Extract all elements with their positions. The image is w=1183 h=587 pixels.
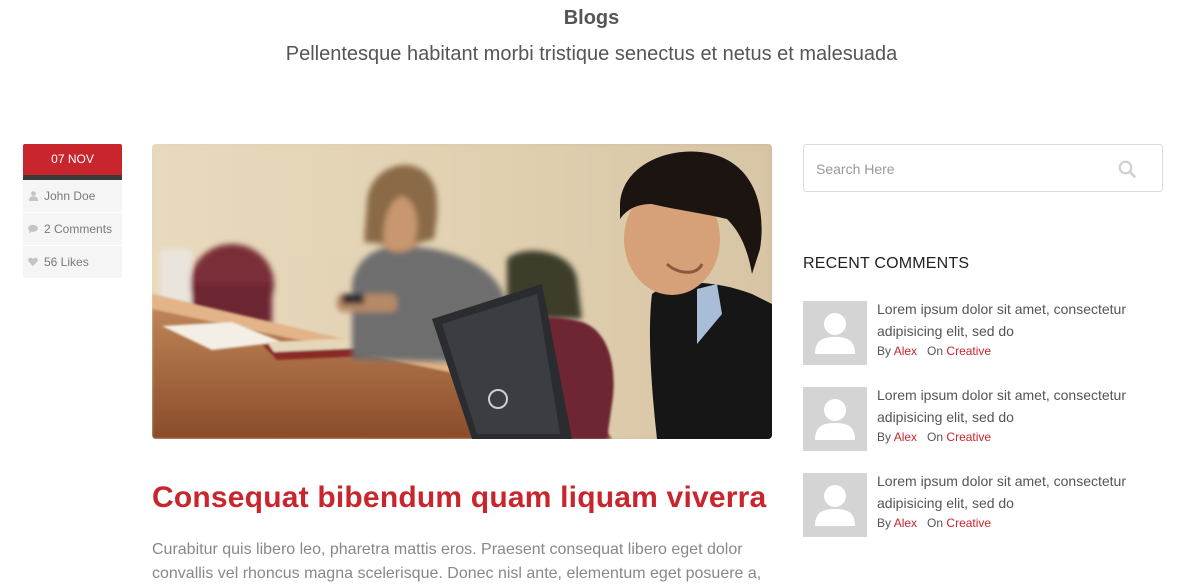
recent-comment-item: Lorem ipsum dolor sit amet, consectetur … <box>803 387 1163 451</box>
post-likes-label: 56 Likes <box>44 255 89 269</box>
post-author[interactable]: John Doe <box>23 180 122 213</box>
search-input[interactable] <box>804 145 1118 193</box>
avatar-placeholder-icon[interactable] <box>803 473 867 537</box>
meeting-photo <box>152 144 772 439</box>
post-meta: 07 NOV John Doe 2 Comments 56 Likes <box>23 144 122 279</box>
post-likes[interactable]: 56 Likes <box>23 246 122 279</box>
recent-comment-item: Lorem ipsum dolor sit amet, consectetur … <box>803 301 1163 365</box>
recent-comments-heading: RECENT COMMENTS <box>803 255 970 272</box>
comment-author-link[interactable]: Alex <box>894 430 917 444</box>
comment-icon <box>28 224 38 234</box>
by-label: By <box>877 430 892 444</box>
post-author-label: John Doe <box>44 189 96 203</box>
blog-page: Blogs Pellentesque habitant morbi tristi… <box>0 0 1183 587</box>
comment-text: Lorem ipsum dolor sit amet, consectetur … <box>877 473 1126 511</box>
page-subtitle: Pellentesque habitant morbi tristique se… <box>285 43 898 65</box>
heart-icon <box>28 257 38 267</box>
comment-text: Lorem ipsum dolor sit amet, consectetur … <box>877 387 1126 425</box>
page-title: Blogs <box>563 7 620 29</box>
search-box <box>803 144 1163 193</box>
by-label: By <box>877 344 892 358</box>
comment-author-link[interactable]: Alex <box>894 516 917 530</box>
on-label: On <box>927 430 944 444</box>
comment-category-link[interactable]: Creative <box>946 344 991 358</box>
comment-byline: By Alex On Creative <box>877 344 991 358</box>
recent-comment-item: Lorem ipsum dolor sit amet, consectetur … <box>803 473 1163 537</box>
comment-category-link[interactable]: Creative <box>946 430 991 444</box>
by-label: By <box>877 516 892 530</box>
on-label: On <box>927 516 944 530</box>
user-icon <box>28 191 38 201</box>
search-icon[interactable] <box>1116 158 1138 180</box>
post-featured-image[interactable] <box>152 144 772 439</box>
post-comments-label: 2 Comments <box>44 222 113 236</box>
comment-category-link[interactable]: Creative <box>946 516 991 530</box>
post-title[interactable]: Consequat bibendum quam liquam viverra <box>152 481 792 515</box>
post-date-badge: 07 NOV <box>23 144 122 175</box>
avatar-placeholder-icon[interactable] <box>803 301 867 365</box>
post-excerpt: Curabitur quis libero leo, pharetra matt… <box>152 541 762 582</box>
on-label: On <box>927 344 944 358</box>
comment-byline: By Alex On Creative <box>877 516 991 530</box>
post-comments[interactable]: 2 Comments <box>23 213 122 246</box>
comment-text: Lorem ipsum dolor sit amet, consectetur … <box>877 301 1126 339</box>
comment-author-link[interactable]: Alex <box>894 344 917 358</box>
avatar-placeholder-icon[interactable] <box>803 387 867 451</box>
comment-byline: By Alex On Creative <box>877 430 991 444</box>
